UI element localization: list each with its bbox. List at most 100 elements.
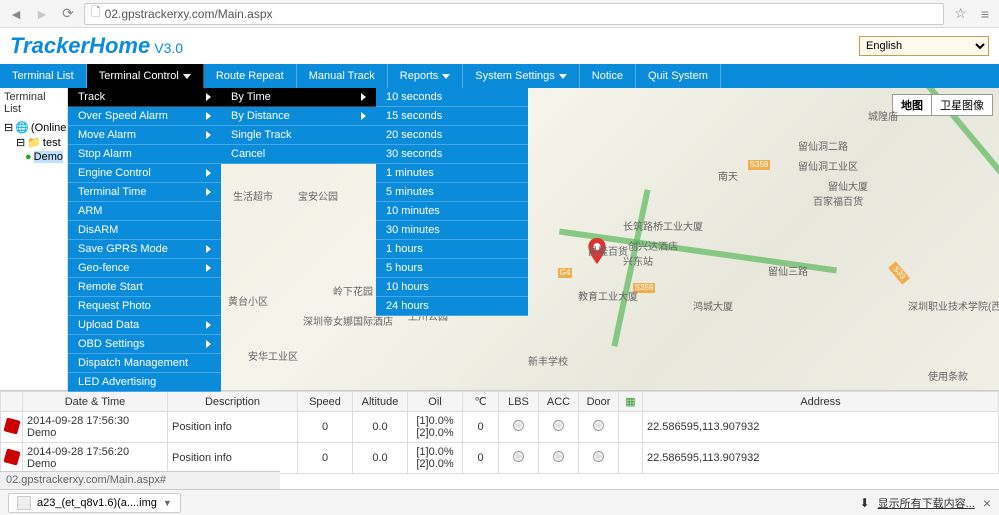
nav-notice[interactable]: Notice bbox=[580, 64, 636, 88]
table-row[interactable]: 2014-09-28 17:56:20DemoPosition info00.0… bbox=[1, 443, 999, 474]
chevron-right-icon bbox=[206, 245, 211, 253]
cell-addr: 22.586595,113.907932 bbox=[643, 443, 999, 474]
menu-led-advertising[interactable]: LED Advertising bbox=[68, 373, 221, 392]
chevron-right-icon bbox=[361, 93, 366, 101]
tree-root[interactable]: ⊟ 🌐 (Online:1 bbox=[4, 120, 63, 135]
chevron-right-icon bbox=[206, 340, 211, 348]
menu-geo-fence[interactable]: Geo-fence bbox=[68, 259, 221, 278]
url-bar[interactable]: 🗋 02.gpstrackerxy.com/Main.aspx bbox=[84, 3, 944, 25]
col-header[interactable]: ℃ bbox=[463, 392, 499, 412]
col-header[interactable]: LBS bbox=[499, 392, 539, 412]
bytime-submenu: 10 seconds15 seconds20 seconds30 seconds… bbox=[376, 88, 528, 316]
menu-track[interactable]: Track bbox=[68, 88, 221, 107]
col-header[interactable]: ACC bbox=[539, 392, 579, 412]
col-header[interactable]: ▦ bbox=[619, 392, 643, 412]
satellite-view-btn[interactable]: 卫星图像 bbox=[932, 95, 992, 115]
nav-manual-track[interactable]: Manual Track bbox=[297, 64, 388, 88]
menu-20-seconds[interactable]: 20 seconds bbox=[376, 126, 528, 145]
menu-move-alarm[interactable]: Move Alarm bbox=[68, 126, 221, 145]
menu-5-hours[interactable]: 5 hours bbox=[376, 259, 528, 278]
collapse-icon[interactable]: ⊟ bbox=[4, 121, 13, 134]
download-arrow-icon: ⬇ bbox=[860, 496, 870, 510]
nav-route-repeat[interactable]: Route Repeat bbox=[204, 64, 297, 88]
cell-acc bbox=[539, 412, 579, 443]
table-row[interactable]: 2014-09-28 17:56:30DemoPosition info00.0… bbox=[1, 412, 999, 443]
bookmark-icon[interactable]: ☆ bbox=[950, 5, 971, 22]
menu-remote-start[interactable]: Remote Start bbox=[68, 278, 221, 297]
menu-1-hours[interactable]: 1 hours bbox=[376, 240, 528, 259]
col-header[interactable]: Speed bbox=[298, 392, 353, 412]
sidebar: Terminal List ⊟ 🌐 (Online:1 ⊟ 📁 test ● D… bbox=[0, 88, 68, 390]
nav-terminal-control[interactable]: Terminal Control bbox=[87, 64, 204, 88]
close-icon[interactable]: × bbox=[983, 495, 991, 511]
tree-terminal[interactable]: ● Demo bbox=[4, 150, 63, 164]
menu-terminal-time[interactable]: Terminal Time bbox=[68, 183, 221, 202]
col-header[interactable]: Date & Time bbox=[23, 392, 168, 412]
menu-10-hours[interactable]: 10 hours bbox=[376, 278, 528, 297]
menu-dispatch-management[interactable]: Dispatch Management bbox=[68, 354, 221, 373]
cell-addr: 22.586595,113.907932 bbox=[643, 412, 999, 443]
menu-1-minutes[interactable]: 1 minutes bbox=[376, 164, 528, 183]
reload-button[interactable]: ⟳ bbox=[58, 4, 78, 24]
menu-cancel[interactable]: Cancel bbox=[221, 145, 376, 164]
cell-desc: Position info bbox=[168, 412, 298, 443]
map-label: 留仙三路 bbox=[768, 263, 808, 278]
menu-arm[interactable]: ARM bbox=[68, 202, 221, 221]
cell-oil: [1]0.0% [2]0.0% bbox=[408, 412, 463, 443]
download-item[interactable]: a23_(et_q8v1.6)(a....img ▼ bbox=[8, 493, 181, 513]
browser-menu-icon[interactable]: ≡ bbox=[977, 6, 993, 22]
map-view-btn[interactable]: 地图 bbox=[893, 95, 932, 115]
status-bar: 02.gpstrackerxy.com/Main.aspx# bbox=[0, 471, 280, 491]
map-label: 新丰学校 bbox=[528, 353, 568, 368]
cell-temp: 0 bbox=[463, 443, 499, 474]
language-select[interactable]: English bbox=[859, 36, 989, 56]
menu-disarm[interactable]: DisARM bbox=[68, 221, 221, 240]
cell-alt: 0.0 bbox=[353, 443, 408, 474]
url-text: 02.gpstrackerxy.com/Main.aspx bbox=[105, 7, 273, 21]
col-header[interactable]: Address bbox=[643, 392, 999, 412]
col-header[interactable]: Oil bbox=[408, 392, 463, 412]
nav-system-settings[interactable]: System Settings bbox=[463, 64, 579, 88]
collapse-icon[interactable]: ⊟ bbox=[16, 136, 25, 149]
menu-over-speed-alarm[interactable]: Over Speed Alarm bbox=[68, 107, 221, 126]
sidebar-title: Terminal List bbox=[0, 88, 67, 118]
menu-10-seconds[interactable]: 10 seconds bbox=[376, 88, 528, 107]
menu-upload-data[interactable]: Upload Data bbox=[68, 316, 221, 335]
back-button[interactable]: ◄ bbox=[6, 4, 26, 24]
menu-stop-alarm[interactable]: Stop Alarm bbox=[68, 145, 221, 164]
menu-30-minutes[interactable]: 30 minutes bbox=[376, 221, 528, 240]
map-label: 宝安公园 bbox=[298, 188, 338, 203]
nav-quit-system[interactable]: Quit System bbox=[636, 64, 721, 88]
menu-obd-settings[interactable]: OBD Settings bbox=[68, 335, 221, 354]
map-label: 留仙大厦 bbox=[828, 178, 868, 193]
forward-button[interactable]: ► bbox=[32, 4, 52, 24]
map-label: 生活超市 bbox=[233, 188, 273, 203]
tree-group[interactable]: ⊟ 📁 test bbox=[4, 135, 63, 150]
menu-30-seconds[interactable]: 30 seconds bbox=[376, 145, 528, 164]
cell-temp: 0 bbox=[463, 412, 499, 443]
col-header[interactable]: Description bbox=[168, 392, 298, 412]
menu-24-hours[interactable]: 24 hours bbox=[376, 297, 528, 316]
menu-15-seconds[interactable]: 15 seconds bbox=[376, 107, 528, 126]
chevron-down-icon[interactable]: ▼ bbox=[163, 498, 172, 508]
map-label: 城隍庙 bbox=[868, 108, 898, 123]
cell-lbs bbox=[499, 443, 539, 474]
menu-by-time[interactable]: By Time bbox=[221, 88, 376, 107]
menu-5-minutes[interactable]: 5 minutes bbox=[376, 183, 528, 202]
menu-single-track[interactable]: Single Track bbox=[221, 126, 376, 145]
menu-by-distance[interactable]: By Distance bbox=[221, 107, 376, 126]
menu-save-gprs-mode[interactable]: Save GPRS Mode bbox=[68, 240, 221, 259]
menu-engine-control[interactable]: Engine Control bbox=[68, 164, 221, 183]
col-header[interactable]: Altitude bbox=[353, 392, 408, 412]
col-header[interactable] bbox=[1, 392, 23, 412]
cell-oil: [1]0.0% [2]0.0% bbox=[408, 443, 463, 474]
nav-reports[interactable]: Reports bbox=[388, 64, 464, 88]
download-right: ⬇ 显示所有下载内容... × bbox=[860, 495, 991, 511]
menu-request-photo[interactable]: Request Photo bbox=[68, 297, 221, 316]
download-bar: a23_(et_q8v1.6)(a....img ▼ ⬇ 显示所有下载内容...… bbox=[0, 489, 999, 515]
menu-10-minutes[interactable]: 10 minutes bbox=[376, 202, 528, 221]
col-header[interactable]: Door bbox=[579, 392, 619, 412]
map-type-toggle[interactable]: 地图 卫星图像 bbox=[892, 94, 993, 116]
show-all-downloads[interactable]: 显示所有下载内容... bbox=[878, 495, 975, 511]
nav-terminal-list[interactable]: Terminal List bbox=[0, 64, 87, 88]
